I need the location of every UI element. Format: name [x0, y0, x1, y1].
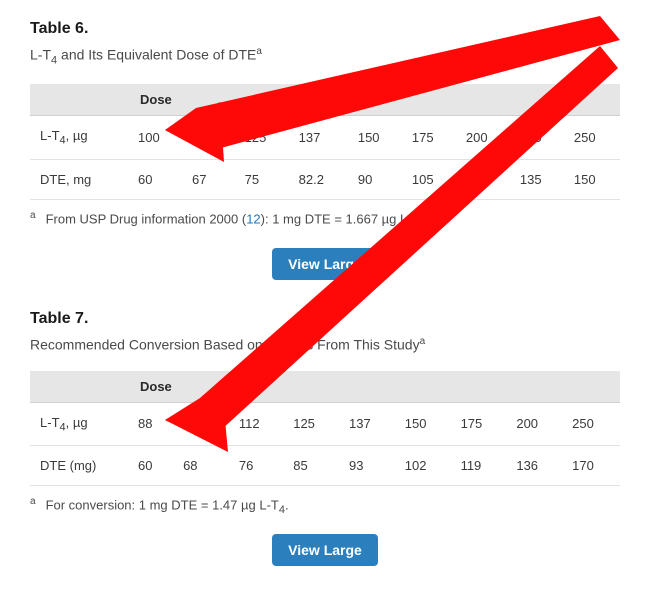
table-row: L-T4, µg 100 112 125 137 150 175 200 225…	[30, 116, 620, 160]
table-cell: 93	[341, 446, 397, 486]
caption-smallcaps: L	[30, 47, 38, 63]
table-cell: 60	[130, 446, 175, 486]
table7: Dose L-T4, µg 88 100 112 125 137 150 175…	[30, 371, 620, 487]
table6: Dose L-T4, µg 100 112 125 137 150 175 20…	[30, 84, 620, 200]
table-cell: 105	[404, 160, 458, 200]
table-cell: 60	[130, 160, 184, 200]
table-cell: 112	[184, 116, 237, 160]
table-cell: 135	[512, 160, 566, 200]
table-cell: 137	[291, 116, 350, 160]
table-cell: 250	[564, 402, 620, 446]
table-cell: 136	[508, 446, 564, 486]
table7-row1-label: L-T4, µg	[30, 402, 130, 446]
table-cell: 200	[508, 402, 564, 446]
table-cell: 100	[175, 402, 231, 446]
table-cell: 250	[566, 116, 620, 160]
table-cell: 175	[453, 402, 509, 446]
table-cell: 137	[341, 402, 397, 446]
table-row: DTE, mg 60 67 75 82.2 90 105 120 135 150	[30, 160, 620, 200]
table6-footnote: aFrom USP Drug information 2000 (12): 1 …	[30, 210, 620, 230]
table6-header-dose: Dose	[130, 84, 620, 116]
table-cell: 170	[564, 446, 620, 486]
table-cell: 102	[397, 446, 453, 486]
table-cell: 150	[350, 116, 404, 160]
table-cell: 82.2	[291, 160, 350, 200]
table-cell: 200	[458, 116, 512, 160]
view-large-button[interactable]: View Large	[272, 534, 378, 566]
table-cell: 67	[184, 160, 237, 200]
table-cell: 120	[458, 160, 512, 200]
view-large-button[interactable]: View Large	[272, 248, 378, 280]
table-cell: 225	[512, 116, 566, 160]
table7-header-empty	[30, 371, 130, 403]
table-cell: 112	[231, 402, 285, 446]
table-cell: 125	[237, 116, 291, 160]
table-cell: 100	[130, 116, 184, 160]
table-row: L-T4, µg 88 100 112 125 137 150 175 200 …	[30, 402, 620, 446]
table7-header-dose: Dose	[130, 371, 620, 403]
table7-row2-label: DTE (mg)	[30, 446, 130, 486]
table-cell: 68	[175, 446, 231, 486]
table6-row1-label: L-T4, µg	[30, 116, 130, 160]
table6-caption: L-T4 and Its Equivalent Dose of DTEa	[30, 46, 620, 66]
citation-link-12[interactable]: 12	[246, 211, 260, 226]
table-cell: 119	[453, 446, 509, 486]
table6-row2-label: DTE, mg	[30, 160, 130, 200]
table-cell: 88	[130, 402, 175, 446]
table7-footnote: aFor conversion: 1 mg DTE = 1.47 µg L-T4…	[30, 496, 620, 516]
table-row: DTE (mg) 60 68 76 85 93 102 119 136 170	[30, 446, 620, 486]
table6-header-empty	[30, 84, 130, 116]
table7-title: Table 7.	[30, 310, 620, 328]
table-cell: 175	[404, 116, 458, 160]
table-cell: 90	[350, 160, 404, 200]
table-cell: 150	[566, 160, 620, 200]
table-cell: 76	[231, 446, 285, 486]
table6-title: Table 6.	[30, 20, 620, 38]
table7-caption: Recommended Conversion Based on Results …	[30, 336, 620, 353]
table-cell: 85	[285, 446, 341, 486]
table-cell: 125	[285, 402, 341, 446]
table-cell: 150	[397, 402, 453, 446]
table-cell: 75	[237, 160, 291, 200]
